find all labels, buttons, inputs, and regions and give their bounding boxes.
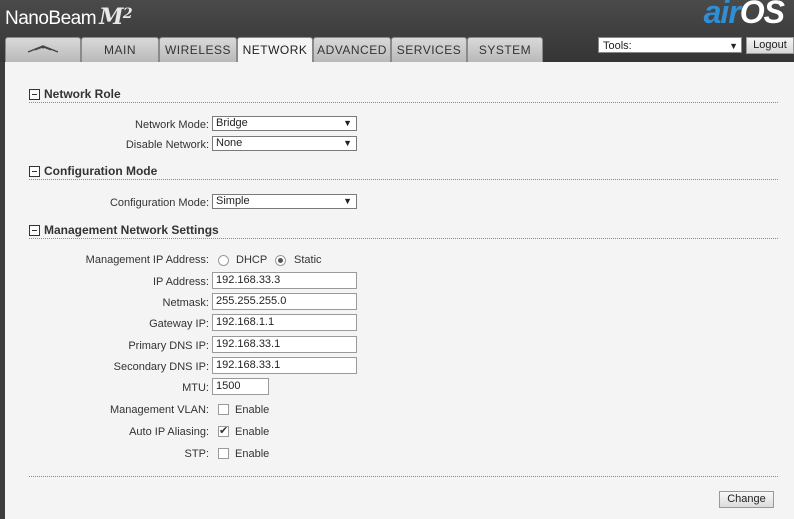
network-mode-label: Network Mode: [135, 119, 209, 131]
divider [29, 476, 778, 477]
chevron-down-icon: ▼ [729, 41, 738, 51]
netmask-label: Netmask: [162, 297, 209, 309]
tab-network[interactable]: NETWORK [237, 37, 313, 63]
stp-label: STP: [184, 448, 209, 460]
collapse-icon[interactable] [29, 89, 40, 100]
dhcp-radio[interactable] [218, 255, 229, 266]
tab-wireless[interactable]: WIRELESS [159, 37, 237, 62]
management-vlan-label: Management VLAN: [109, 404, 209, 416]
secondary-dns-label: Secondary DNS IP: [113, 361, 209, 373]
device-brand: NanoBeam M2 [5, 4, 133, 30]
section-management-network: Management Network Settings [29, 223, 778, 239]
network-settings-panel: Network Role Network Mode: Bridge ▼ Disab… [5, 62, 794, 519]
collapse-icon[interactable] [29, 166, 40, 177]
auto-ip-aliasing-label: Auto IP Aliasing: [129, 426, 209, 438]
mtu-input[interactable]: 1500 [212, 378, 269, 395]
gateway-label: Gateway IP: [149, 318, 209, 330]
section-configuration-mode: Configuration Mode [29, 164, 778, 180]
configuration-mode-select[interactable]: Simple ▼ [212, 194, 357, 209]
tab-ubnt-logo[interactable] [5, 37, 81, 62]
mtu-label: MTU: [182, 382, 209, 394]
tab-main[interactable]: MAIN [81, 37, 159, 62]
management-vlan-checkbox[interactable] [218, 404, 229, 415]
primary-dns-label: Primary DNS IP: [128, 340, 209, 352]
brand-name: NanoBeam [5, 8, 97, 29]
header-bar: NanoBeam M2 airOS MAIN WIRELESS NETWORK A… [0, 0, 794, 63]
auto-ip-aliasing-enable-label: Enable [235, 426, 270, 438]
static-radio[interactable] [275, 255, 286, 266]
static-label: Static [294, 254, 322, 266]
management-vlan-enable-label: Enable [235, 404, 270, 416]
network-mode-select[interactable]: Bridge ▼ [212, 116, 357, 131]
logout-button[interactable]: Logout [746, 37, 794, 54]
ip-address-label: IP Address: [152, 276, 209, 288]
tools-dropdown[interactable]: Tools: ▼ [598, 37, 742, 53]
collapse-icon[interactable] [29, 225, 40, 236]
primary-dns-input[interactable]: 192.168.33.1 [212, 336, 357, 353]
tab-system[interactable]: SYSTEM [467, 37, 543, 62]
gateway-input[interactable]: 192.168.1.1 [212, 314, 357, 331]
chevron-down-icon: ▼ [343, 138, 352, 148]
management-ip-label: Management IP Address: [85, 254, 209, 266]
stp-checkbox[interactable] [218, 448, 229, 459]
configuration-mode-label: Configuration Mode: [109, 197, 209, 209]
tab-services[interactable]: SERVICES [391, 37, 467, 62]
dhcp-label: DHCP [236, 254, 268, 266]
secondary-dns-input[interactable]: 192.168.33.1 [212, 357, 357, 374]
section-network-role: Network Role [29, 87, 778, 103]
ubiquiti-logo-icon [27, 45, 59, 53]
disable-network-select[interactable]: None ▼ [212, 136, 357, 151]
model-badge: M2 [99, 4, 133, 30]
tab-advanced[interactable]: ADVANCED [313, 37, 391, 62]
stp-enable-label: Enable [235, 448, 270, 460]
airos-logo: airOS [703, 0, 785, 30]
change-button[interactable]: Change [719, 491, 774, 508]
chevron-down-icon: ▼ [343, 196, 352, 206]
netmask-input[interactable]: 255.255.255.0 [212, 293, 357, 310]
auto-ip-aliasing-checkbox[interactable] [218, 424, 229, 437]
ip-address-input[interactable]: 192.168.33.3 [212, 272, 357, 289]
chevron-down-icon: ▼ [343, 118, 352, 128]
disable-network-label: Disable Network: [125, 139, 209, 151]
